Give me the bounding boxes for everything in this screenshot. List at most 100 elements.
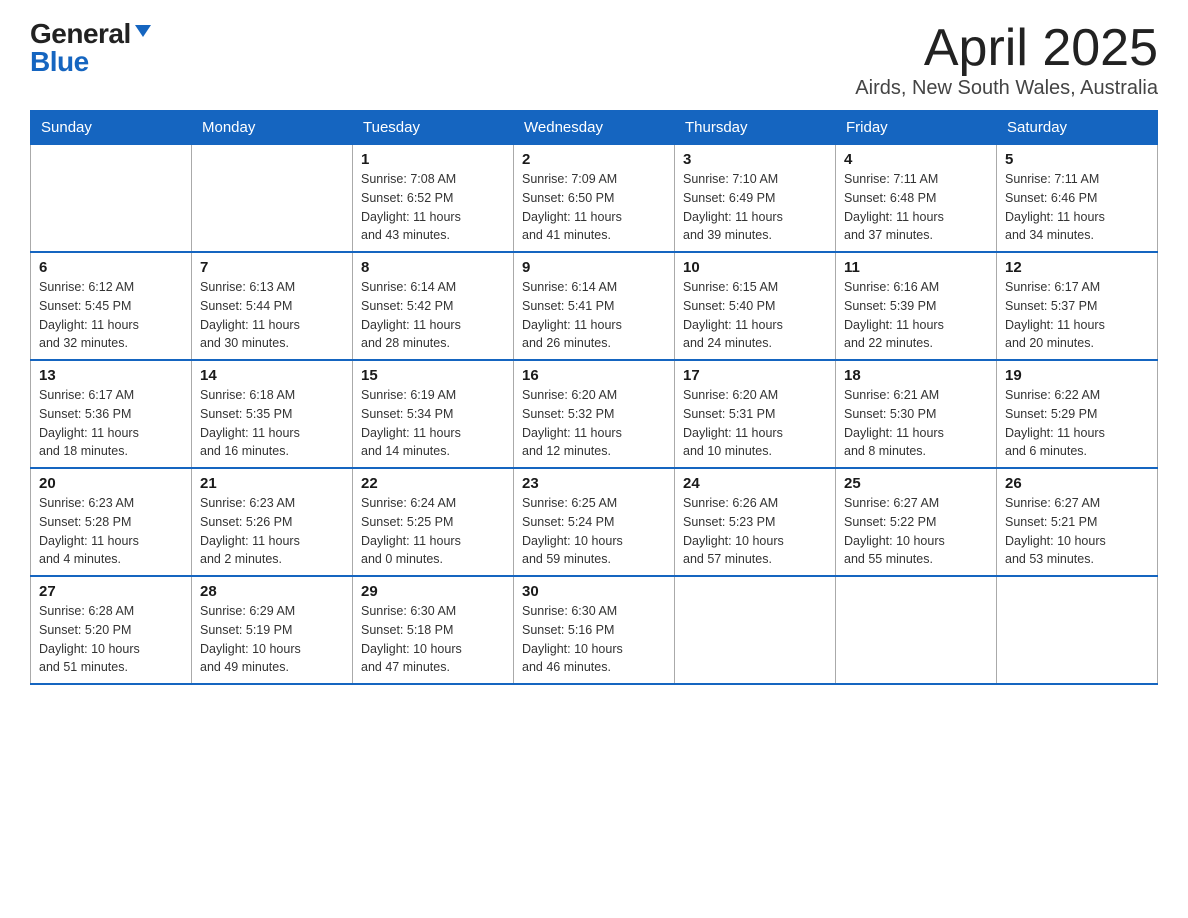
calendar-cell: 16 Sunrise: 6:20 AMSunset: 5:32 PMDayligh… [514,360,675,468]
day-info: Sunrise: 6:25 AMSunset: 5:24 PMDaylight:… [522,494,666,569]
calendar-cell: 2 Sunrise: 7:09 AMSunset: 6:50 PMDaylight… [514,145,675,253]
day-info: Sunrise: 6:21 AMSunset: 5:30 PMDaylight:… [844,386,988,461]
weekday-header-sunday: Sunday [31,111,192,145]
calendar-week-1: 1 Sunrise: 7:08 AMSunset: 6:52 PMDaylight… [31,145,1158,253]
calendar-cell: 15 Sunrise: 6:19 AMSunset: 5:34 PMDayligh… [353,360,514,468]
day-info: Sunrise: 6:27 AMSunset: 5:21 PMDaylight:… [1005,494,1149,569]
calendar-cell: 7 Sunrise: 6:13 AMSunset: 5:44 PMDaylight… [192,252,353,360]
day-number: 22 [361,475,505,492]
day-info: Sunrise: 6:17 AMSunset: 5:37 PMDaylight:… [1005,278,1149,353]
day-info: Sunrise: 6:22 AMSunset: 5:29 PMDaylight:… [1005,386,1149,461]
day-info: Sunrise: 6:18 AMSunset: 5:35 PMDaylight:… [200,386,344,461]
day-info: Sunrise: 6:20 AMSunset: 5:32 PMDaylight:… [522,386,666,461]
day-info: Sunrise: 6:24 AMSunset: 5:25 PMDaylight:… [361,494,505,569]
calendar-week-5: 27 Sunrise: 6:28 AMSunset: 5:20 PMDayligh… [31,576,1158,684]
day-number: 8 [361,259,505,276]
day-number: 26 [1005,475,1149,492]
day-info: Sunrise: 6:26 AMSunset: 5:23 PMDaylight:… [683,494,827,569]
calendar-cell: 24 Sunrise: 6:26 AMSunset: 5:23 PMDayligh… [675,468,836,576]
day-number: 28 [200,583,344,600]
calendar-cell: 18 Sunrise: 6:21 AMSunset: 5:30 PMDayligh… [836,360,997,468]
calendar-header-row: SundayMondayTuesdayWednesdayThursdayFrid… [31,111,1158,145]
calendar-cell [31,145,192,253]
calendar-cell: 25Sunrise: 6:27 AMSunset: 5:22 PMDayligh… [836,468,997,576]
day-info: Sunrise: 6:19 AMSunset: 5:34 PMDaylight:… [361,386,505,461]
calendar-cell [997,576,1158,684]
logo-triangle-icon [135,25,151,37]
day-number: 10 [683,259,827,276]
day-info: Sunrise: 6:12 AMSunset: 5:45 PMDaylight:… [39,278,183,353]
day-number: 29 [361,583,505,600]
calendar-cell: 8Sunrise: 6:14 AMSunset: 5:42 PMDaylight… [353,252,514,360]
calendar-cell: 28 Sunrise: 6:29 AMSunset: 5:19 PMDayligh… [192,576,353,684]
calendar-cell: 6Sunrise: 6:12 AMSunset: 5:45 PMDaylight… [31,252,192,360]
day-info: Sunrise: 6:30 AMSunset: 5:16 PMDaylight:… [522,602,666,677]
calendar-cell: 3Sunrise: 7:10 AMSunset: 6:49 PMDaylight… [675,145,836,253]
day-number: 16 [522,367,666,384]
day-number: 1 [361,151,505,168]
calendar-cell: 14 Sunrise: 6:18 AMSunset: 5:35 PMDayligh… [192,360,353,468]
calendar-table: SundayMondayTuesdayWednesdayThursdayFrid… [30,110,1158,685]
day-info: Sunrise: 7:08 AMSunset: 6:52 PMDaylight:… [361,170,505,245]
weekday-header-saturday: Saturday [997,111,1158,145]
day-number: 12 [1005,259,1149,276]
day-number: 11 [844,259,988,276]
day-info: Sunrise: 6:20 AMSunset: 5:31 PMDaylight:… [683,386,827,461]
day-number: 4 [844,151,988,168]
day-info: Sunrise: 6:13 AMSunset: 5:44 PMDaylight:… [200,278,344,353]
logo: General Blue [30,20,151,76]
day-info: Sunrise: 7:11 AMSunset: 6:48 PMDaylight:… [844,170,988,245]
calendar-cell [192,145,353,253]
day-number: 3 [683,151,827,168]
calendar-cell: 11 Sunrise: 6:16 AMSunset: 5:39 PMDayligh… [836,252,997,360]
calendar-cell [836,576,997,684]
day-number: 30 [522,583,666,600]
day-number: 21 [200,475,344,492]
calendar-cell: 17 Sunrise: 6:20 AMSunset: 5:31 PMDayligh… [675,360,836,468]
day-number: 7 [200,259,344,276]
calendar-cell: 27 Sunrise: 6:28 AMSunset: 5:20 PMDayligh… [31,576,192,684]
day-info: Sunrise: 7:11 AMSunset: 6:46 PMDaylight:… [1005,170,1149,245]
weekday-header-thursday: Thursday [675,111,836,145]
day-number: 14 [200,367,344,384]
calendar-cell: 9 Sunrise: 6:14 AMSunset: 5:41 PMDaylight… [514,252,675,360]
calendar-cell: 12 Sunrise: 6:17 AMSunset: 5:37 PMDayligh… [997,252,1158,360]
day-info: Sunrise: 6:16 AMSunset: 5:39 PMDaylight:… [844,278,988,353]
day-number: 20 [39,475,183,492]
calendar-cell: 20 Sunrise: 6:23 AMSunset: 5:28 PMDayligh… [31,468,192,576]
calendar-subtitle: Airds, New South Wales, Australia [855,77,1158,100]
day-number: 25 [844,475,988,492]
day-info: Sunrise: 6:30 AMSunset: 5:18 PMDaylight:… [361,602,505,677]
calendar-title: April 2025 [855,20,1158,77]
day-info: Sunrise: 6:29 AMSunset: 5:19 PMDaylight:… [200,602,344,677]
day-info: Sunrise: 6:23 AMSunset: 5:28 PMDaylight:… [39,494,183,569]
day-info: Sunrise: 6:28 AMSunset: 5:20 PMDaylight:… [39,602,183,677]
day-number: 18 [844,367,988,384]
day-info: Sunrise: 6:23 AMSunset: 5:26 PMDaylight:… [200,494,344,569]
weekday-header-wednesday: Wednesday [514,111,675,145]
calendar-cell: 10 Sunrise: 6:15 AMSunset: 5:40 PMDayligh… [675,252,836,360]
day-number: 15 [361,367,505,384]
day-info: Sunrise: 6:14 AMSunset: 5:41 PMDaylight:… [522,278,666,353]
calendar-cell: 1 Sunrise: 7:08 AMSunset: 6:52 PMDaylight… [353,145,514,253]
day-number: 27 [39,583,183,600]
calendar-cell: 26 Sunrise: 6:27 AMSunset: 5:21 PMDayligh… [997,468,1158,576]
day-number: 2 [522,151,666,168]
day-number: 5 [1005,151,1149,168]
day-number: 24 [683,475,827,492]
day-info: Sunrise: 6:15 AMSunset: 5:40 PMDaylight:… [683,278,827,353]
logo-general: General [30,20,131,48]
day-number: 9 [522,259,666,276]
day-info: Sunrise: 7:09 AMSunset: 6:50 PMDaylight:… [522,170,666,245]
calendar-cell: 30 Sunrise: 6:30 AMSunset: 5:16 PMDayligh… [514,576,675,684]
weekday-header-tuesday: Tuesday [353,111,514,145]
calendar-cell: 4 Sunrise: 7:11 AMSunset: 6:48 PMDaylight… [836,145,997,253]
day-number: 23 [522,475,666,492]
calendar-cell: 21 Sunrise: 6:23 AMSunset: 5:26 PMDayligh… [192,468,353,576]
day-number: 17 [683,367,827,384]
header: General Blue April 2025 Airds, New South… [30,20,1158,100]
calendar-week-3: 13Sunrise: 6:17 AMSunset: 5:36 PMDayligh… [31,360,1158,468]
title-area: April 2025 Airds, New South Wales, Austr… [855,20,1158,100]
weekday-header-friday: Friday [836,111,997,145]
weekday-header-monday: Monday [192,111,353,145]
